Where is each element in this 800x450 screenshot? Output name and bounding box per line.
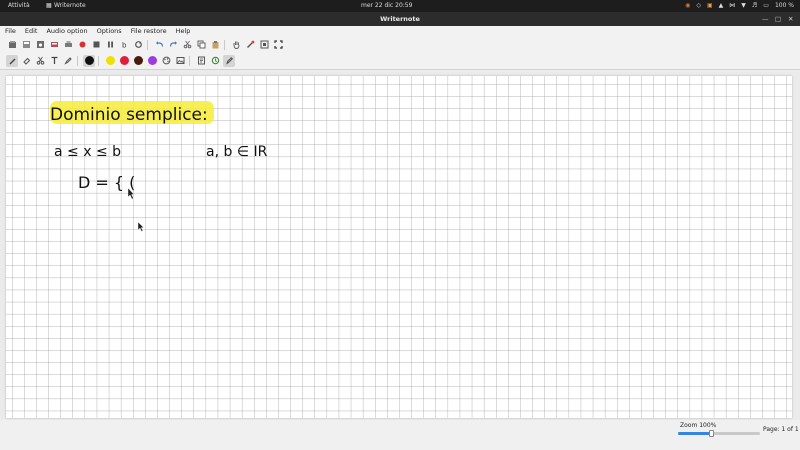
history-icon[interactable] <box>209 55 221 67</box>
pencil-icon[interactable] <box>223 54 235 67</box>
note-inequality: a ≤ x ≤ b <box>54 144 121 160</box>
note-title: Dominio semplice: <box>50 105 208 125</box>
toolbar-separator <box>147 39 148 50</box>
text-tool-icon[interactable] <box>48 55 60 67</box>
minimize-icon[interactable]: — <box>762 12 769 26</box>
note-definition: D = { ( <box>78 173 135 192</box>
system-tray: ◉ ◇ ▣ ▲ ⋈ ▼ ♬ ▭ 100 % <box>685 0 794 12</box>
maximize-icon[interactable]: □ <box>775 12 781 26</box>
color-swatch <box>147 56 157 65</box>
color-brown-button[interactable] <box>132 55 144 67</box>
new-file-icon[interactable] <box>6 39 18 51</box>
pause-icon[interactable] <box>104 39 116 51</box>
battery-label[interactable]: 100 % <box>775 0 794 12</box>
battery-icon[interactable]: ▭ <box>763 0 769 12</box>
record-icon[interactable] <box>76 39 88 51</box>
menu-options[interactable]: Options <box>92 26 126 37</box>
drawing-toolbar <box>0 52 800 70</box>
color-black-button[interactable] <box>83 54 95 67</box>
handwriting-layer[interactable]: Dominio semplice: a ≤ x ≤ b a, b ∈ IR D … <box>6 76 792 418</box>
toolbar-separator <box>189 55 190 66</box>
dropbox-icon[interactable]: ◇ <box>696 0 701 12</box>
zoom-label: Zoom 100% <box>680 422 717 429</box>
palette-icon[interactable] <box>160 55 172 67</box>
text-b-icon[interactable]: b <box>118 39 130 51</box>
menu-help[interactable]: Help <box>171 26 195 37</box>
menu-audio-option[interactable]: Audio option <box>41 26 91 37</box>
window-title-bar[interactable]: Writernote — □ ✕ <box>0 12 800 26</box>
laser-icon[interactable] <box>244 39 256 51</box>
color-purple-button[interactable] <box>146 55 158 67</box>
canvas-area[interactable]: Dominio semplice: a ≤ x ≤ b a, b ∈ IR D … <box>0 70 800 420</box>
status-bar: Zoom 100% Page: 1 of 1 <box>0 420 800 450</box>
cut-icon[interactable] <box>181 39 193 51</box>
color-swatch <box>133 56 143 65</box>
redo-icon[interactable] <box>167 39 179 51</box>
toolbar-separator <box>224 39 225 50</box>
grid-background <box>6 76 792 418</box>
wifi-icon[interactable]: ▼ <box>741 0 746 12</box>
save-as-icon[interactable] <box>34 39 46 51</box>
color-red-button[interactable] <box>118 55 130 67</box>
stop-icon[interactable] <box>90 39 102 51</box>
menu-file-restore[interactable]: File restore <box>126 26 171 37</box>
color-swatch <box>84 56 94 65</box>
image-icon[interactable] <box>174 55 186 67</box>
page-counter: Page: 1 of 1 <box>763 426 799 433</box>
toolbar-separator <box>77 55 78 66</box>
document-icon[interactable] <box>195 55 207 67</box>
paste-icon[interactable] <box>209 39 221 51</box>
window-title: Writernote <box>380 15 420 23</box>
clock[interactable]: mer 22 dic 20:59 <box>361 0 412 12</box>
app-menu-label[interactable]: Writernote <box>54 0 86 12</box>
system-top-bar: Attività ▦ Writernote mer 22 dic 20:59 ◉… <box>0 0 800 12</box>
hand-icon[interactable] <box>230 39 242 51</box>
refresh-icon[interactable] <box>132 39 144 51</box>
update-icon[interactable]: ◉ <box>685 0 690 12</box>
network-icon[interactable]: ▲ <box>719 0 724 12</box>
highlighter-icon[interactable] <box>62 55 74 67</box>
scissors-icon[interactable] <box>34 55 46 67</box>
zoom-slider[interactable] <box>678 430 760 437</box>
main-toolbar: b <box>0 37 800 52</box>
save-local-icon[interactable] <box>48 39 60 51</box>
copy-icon[interactable] <box>195 39 207 51</box>
notes-icon[interactable]: ▣ <box>707 0 713 12</box>
svg-text:b: b <box>122 42 127 50</box>
menubar: File Edit Audio option Options File rest… <box>0 26 800 37</box>
color-yellow-button[interactable] <box>104 55 116 67</box>
color-swatch <box>105 56 115 65</box>
eraser-icon[interactable] <box>20 55 32 67</box>
menu-file[interactable]: File <box>0 26 20 37</box>
color-swatch <box>119 56 129 65</box>
close-icon[interactable]: ✕ <box>788 12 793 26</box>
volume-icon[interactable]: ♬ <box>752 0 757 12</box>
toolbar-separator <box>98 55 99 66</box>
undo-icon[interactable] <box>153 39 165 51</box>
note-domain-set: a, b ∈ IR <box>206 144 268 160</box>
pen-icon[interactable] <box>6 54 18 67</box>
menu-edit[interactable]: Edit <box>20 26 42 37</box>
bluetooth-icon[interactable]: ⋈ <box>729 0 735 12</box>
zoom-slider-fill <box>678 432 711 435</box>
fit-icon[interactable] <box>258 39 270 51</box>
fullscreen-icon[interactable] <box>272 39 284 51</box>
save-icon[interactable] <box>20 39 32 51</box>
activities-button[interactable]: Attività <box>8 0 30 12</box>
zoom-slider-handle[interactable] <box>708 430 714 437</box>
print-icon[interactable] <box>62 39 74 51</box>
app-menu-icon[interactable]: ▦ <box>46 0 52 12</box>
